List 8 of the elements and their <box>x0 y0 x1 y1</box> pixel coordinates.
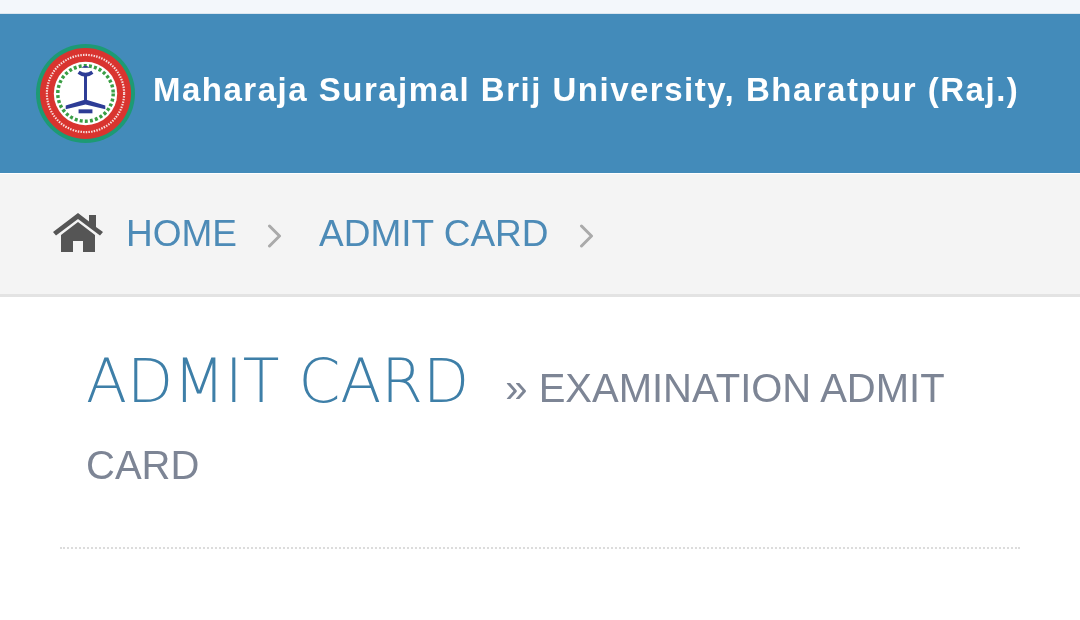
chevron-right-icon <box>578 224 594 248</box>
lamp-book-emblem-icon <box>36 44 135 143</box>
home-icon <box>52 211 104 253</box>
breadcrumb-link[interactable]: ADMIT CARD <box>319 213 549 255</box>
breadcrumb-link[interactable]: HOME <box>52 213 237 255</box>
page-heading: ADMIT CARD » EXAMINATION ADMIT CARD <box>86 348 945 489</box>
chevron-right-icon <box>267 224 282 248</box>
university-name: Maharaja Surajmal Brij University, Bharatpur (Raj.) <box>153 70 1020 109</box>
